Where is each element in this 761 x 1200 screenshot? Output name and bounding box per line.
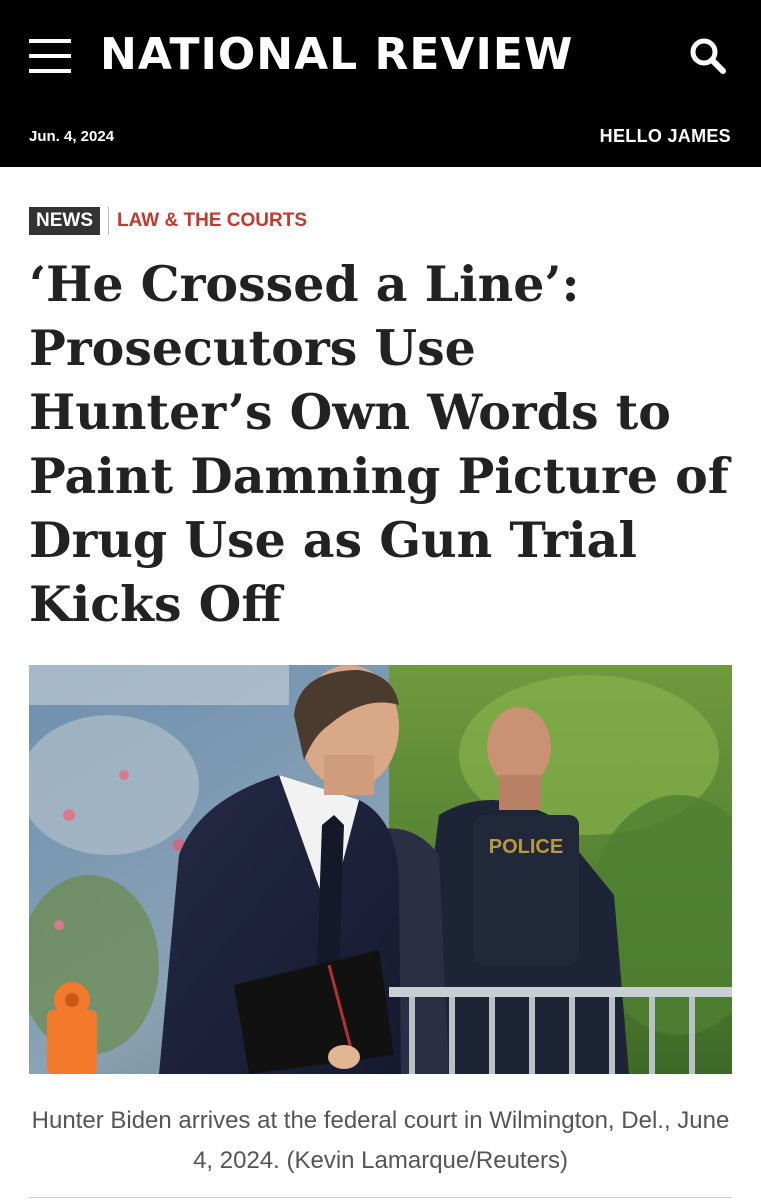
police-vest-text: POLICE bbox=[489, 836, 563, 858]
divider bbox=[29, 1197, 732, 1198]
article-tags: NEWS LAW & THE COURTS bbox=[29, 207, 307, 235]
site-header: NATIONAL REVIEW Jun. 4, 2024 HELLO JAMES bbox=[0, 0, 761, 167]
article-headline: ‘He Crossed a Line’: Prosecutors Use Hun… bbox=[29, 255, 729, 633]
current-date: Jun. 4, 2024 bbox=[29, 128, 115, 145]
category-tag-law-courts[interactable]: LAW & THE COURTS bbox=[117, 209, 307, 233]
article-photo: POLICE bbox=[29, 665, 732, 1074]
hamburger-menu-icon[interactable] bbox=[29, 37, 71, 75]
section-tag-news[interactable]: NEWS bbox=[29, 207, 100, 235]
site-logo[interactable]: NATIONAL REVIEW bbox=[100, 30, 573, 80]
search-icon[interactable] bbox=[688, 36, 728, 76]
tag-divider bbox=[108, 207, 109, 235]
account-greeting[interactable]: HELLO JAMES bbox=[600, 126, 731, 147]
photo-caption: Hunter Biden arrives at the federal cour… bbox=[31, 1107, 730, 1174]
